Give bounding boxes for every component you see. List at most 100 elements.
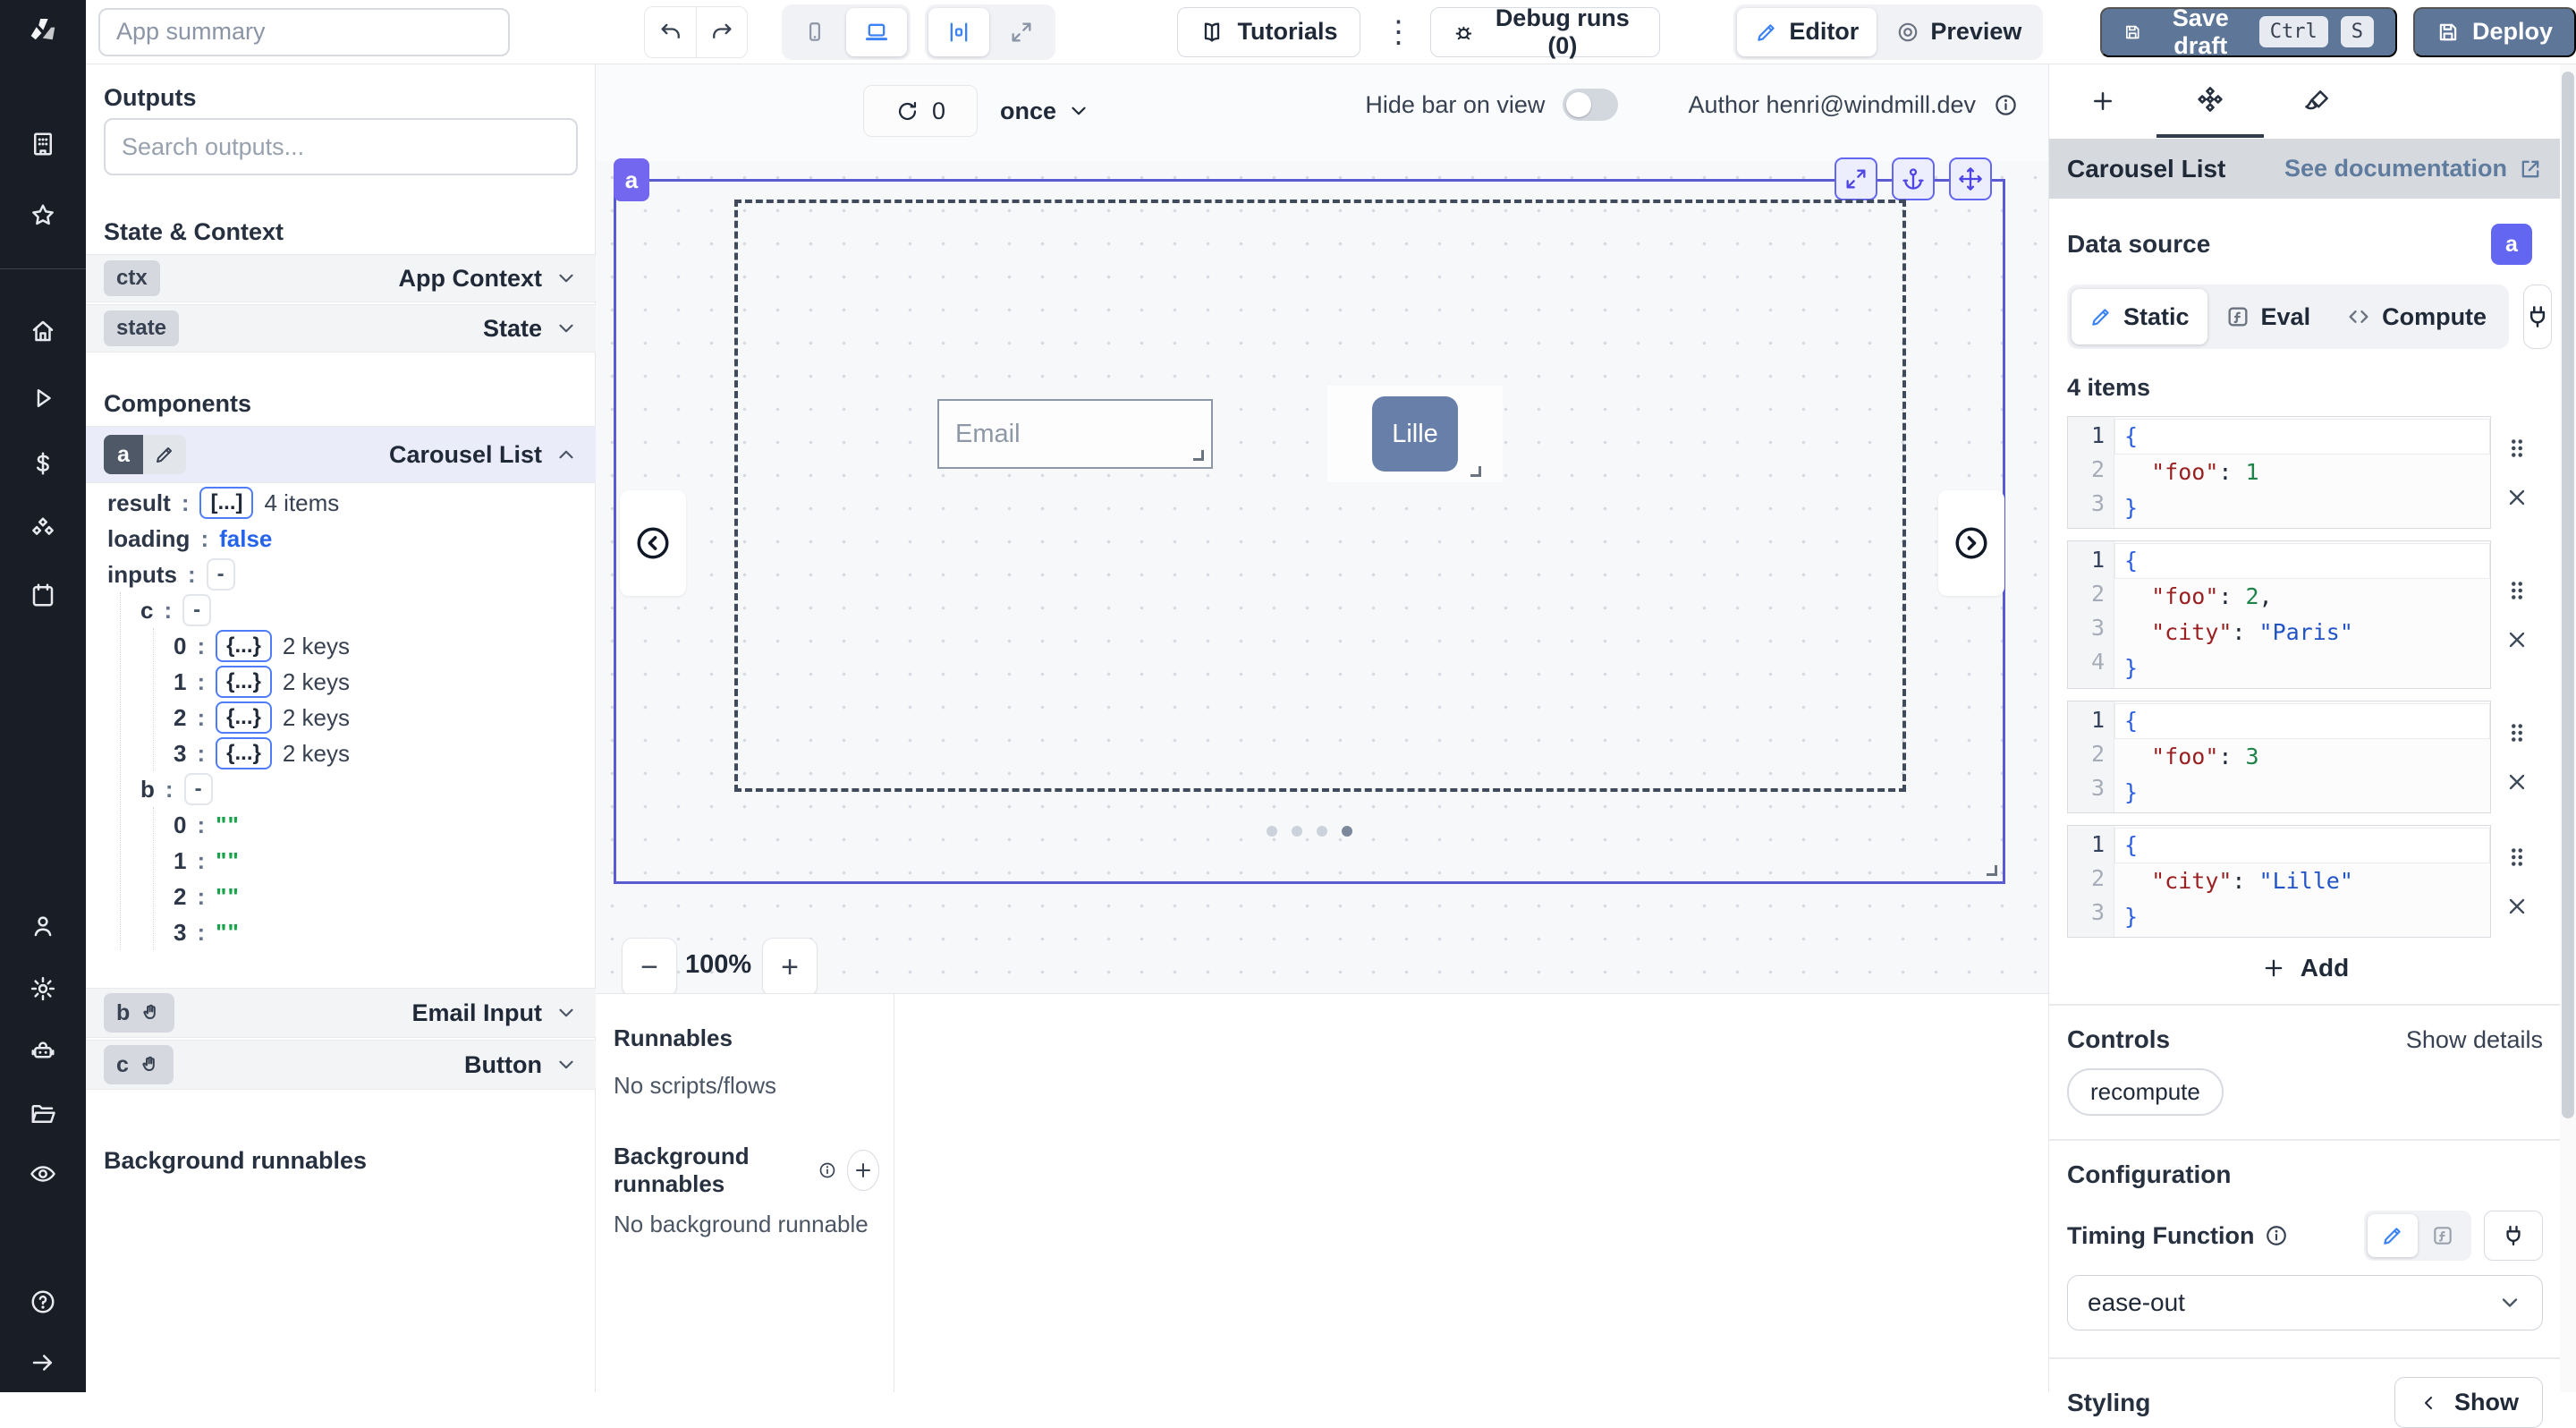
deploy-button[interactable]: Deploy: [2413, 7, 2576, 57]
tab-settings[interactable]: [2157, 64, 2264, 138]
tutorials-button[interactable]: Tutorials: [1177, 7, 1360, 57]
building-icon[interactable]: [30, 131, 56, 157]
timing-function-select[interactable]: ease-out: [2067, 1275, 2543, 1330]
tree-row[interactable]: 0:{...}2 keys: [174, 628, 581, 664]
canvas-carousel-button[interactable]: Lille: [1372, 396, 1458, 472]
editor-tab[interactable]: Editor: [1737, 8, 1877, 56]
tree-row[interactable]: loading:false: [107, 521, 581, 557]
tree-row[interactable]: 1:{...}2 keys: [174, 664, 581, 700]
calendar-icon[interactable]: [30, 582, 56, 608]
carousel-pagination[interactable]: [616, 826, 2003, 837]
anchor-component-button[interactable]: [1892, 157, 1935, 200]
tree-row[interactable]: 2:{...}2 keys: [174, 700, 581, 735]
resize-handle[interactable]: [1987, 865, 1997, 876]
gear-icon[interactable]: [30, 975, 56, 1002]
tree-expand-badge[interactable]: {...}: [216, 737, 272, 769]
preview-tab[interactable]: Preview: [1878, 8, 2039, 56]
add-background-runnable-button[interactable]: [847, 1150, 879, 1191]
carousel-prev-button[interactable]: [620, 490, 686, 596]
fullscreen-button[interactable]: [991, 8, 1052, 56]
timing-static-button[interactable]: [2368, 1214, 2418, 1257]
timing-eval-button[interactable]: [2418, 1214, 2468, 1257]
tab-insert[interactable]: [2049, 64, 2157, 138]
tree-expand-badge[interactable]: {...}: [216, 630, 272, 662]
styling-show-button[interactable]: Show: [2394, 1377, 2543, 1428]
pencil-icon[interactable]: [143, 435, 186, 474]
tree-expand-badge[interactable]: -: [207, 558, 235, 591]
mobile-view-button[interactable]: [785, 8, 844, 56]
show-details-link[interactable]: Show details: [2406, 1026, 2543, 1054]
json-code[interactable]: { "city": "Lille"}: [2114, 826, 2490, 937]
cubes-icon[interactable]: [30, 515, 56, 542]
collapse-arrow-icon[interactable]: [30, 1349, 56, 1376]
carousel-next-button[interactable]: [1938, 490, 2004, 596]
app-summary-input[interactable]: [98, 8, 510, 56]
tree-expand-badge[interactable]: {...}: [216, 701, 272, 734]
tree-row[interactable]: 1:"": [174, 843, 581, 879]
json-code[interactable]: { "foo": 3}: [2114, 701, 2490, 812]
tree-row[interactable]: 0:"": [174, 807, 581, 843]
robot-icon[interactable]: [30, 1038, 56, 1065]
json-editor[interactable]: 123{ "city": "Lille"}: [2067, 825, 2491, 938]
redo-button[interactable]: [696, 7, 747, 57]
drag-handle-icon[interactable]: [2504, 719, 2530, 746]
eye-icon[interactable]: [30, 1160, 56, 1187]
delete-item-icon[interactable]: [2504, 894, 2529, 919]
hide-bar-toggle[interactable]: [1563, 89, 1618, 121]
delete-item-icon[interactable]: [2504, 627, 2529, 652]
tree-row[interactable]: 3:"": [174, 914, 581, 950]
tree-row[interactable]: b:-: [140, 771, 581, 807]
center-align-button[interactable]: [928, 8, 989, 56]
zoom-out-button[interactable]: −: [622, 938, 677, 993]
json-editor[interactable]: 123{ "foo": 1}: [2067, 416, 2491, 529]
see-documentation-link[interactable]: See documentation: [2284, 155, 2543, 183]
windmill-logo[interactable]: [0, 0, 86, 64]
expand-component-button[interactable]: [1835, 157, 1877, 200]
tree-expand-badge[interactable]: [...]: [199, 487, 253, 519]
kebab-menu[interactable]: ⋮: [1384, 17, 1414, 47]
scrollbar-thumb[interactable]: [2562, 72, 2574, 1118]
drag-handle-icon[interactable]: [2504, 435, 2530, 462]
user-icon[interactable]: [30, 913, 56, 939]
mode-compute[interactable]: Compute: [2328, 289, 2504, 344]
save-draft-button[interactable]: Save draft Ctrl S: [2100, 7, 2397, 57]
connect-plug-button[interactable]: [2523, 285, 2552, 349]
help-icon[interactable]: [30, 1288, 56, 1315]
refresh-mode-dropdown[interactable]: once: [1000, 85, 1090, 137]
debug-runs-button[interactable]: Debug runs (0): [1430, 7, 1661, 57]
drag-handle-icon[interactable]: [2504, 844, 2530, 871]
zoom-in-button[interactable]: +: [762, 938, 818, 993]
component-row-email-input[interactable]: b Email Input: [86, 988, 596, 1038]
resize-handle[interactable]: [1470, 466, 1481, 477]
ctx-row[interactable]: ctx App Context: [86, 254, 596, 302]
star-icon[interactable]: [30, 202, 56, 229]
tree-expand-badge[interactable]: -: [182, 594, 211, 626]
mode-eval[interactable]: Eval: [2207, 289, 2329, 344]
selected-component-frame[interactable]: a Lille: [614, 179, 2005, 884]
component-row-button[interactable]: c Button: [86, 1040, 596, 1090]
resize-handle[interactable]: [1193, 450, 1204, 461]
dollar-icon[interactable]: [30, 450, 56, 477]
tree-expand-badge[interactable]: -: [184, 773, 213, 805]
undo-button[interactable]: [645, 7, 696, 57]
drag-handle-icon[interactable]: [2504, 577, 2530, 604]
json-code[interactable]: { "foo": 2, "city": "Paris"}: [2114, 541, 2490, 688]
json-editor[interactable]: 123{ "foo": 3}: [2067, 701, 2491, 813]
desktop-view-button[interactable]: [846, 8, 907, 56]
tab-styling[interactable]: [2264, 64, 2371, 138]
tree-row[interactable]: c:-: [140, 592, 581, 628]
canvas-email-input[interactable]: [937, 399, 1213, 469]
play-icon[interactable]: [30, 385, 56, 412]
add-item-button[interactable]: Add: [2261, 952, 2349, 984]
home-icon[interactable]: [30, 318, 56, 344]
json-editor[interactable]: 1234{ "foo": 2, "city": "Paris"}: [2067, 540, 2491, 689]
page-scrollbar[interactable]: [2560, 64, 2576, 1392]
delete-item-icon[interactable]: [2504, 485, 2529, 510]
search-outputs-input[interactable]: [104, 118, 578, 175]
state-row[interactable]: state State: [86, 304, 596, 353]
tree-row[interactable]: result:[...]4 items: [107, 485, 581, 521]
timing-plug-button[interactable]: [2484, 1211, 2543, 1261]
tree-row[interactable]: inputs:-: [107, 557, 581, 592]
json-code[interactable]: { "foo": 1}: [2114, 417, 2490, 528]
delete-item-icon[interactable]: [2504, 769, 2529, 795]
